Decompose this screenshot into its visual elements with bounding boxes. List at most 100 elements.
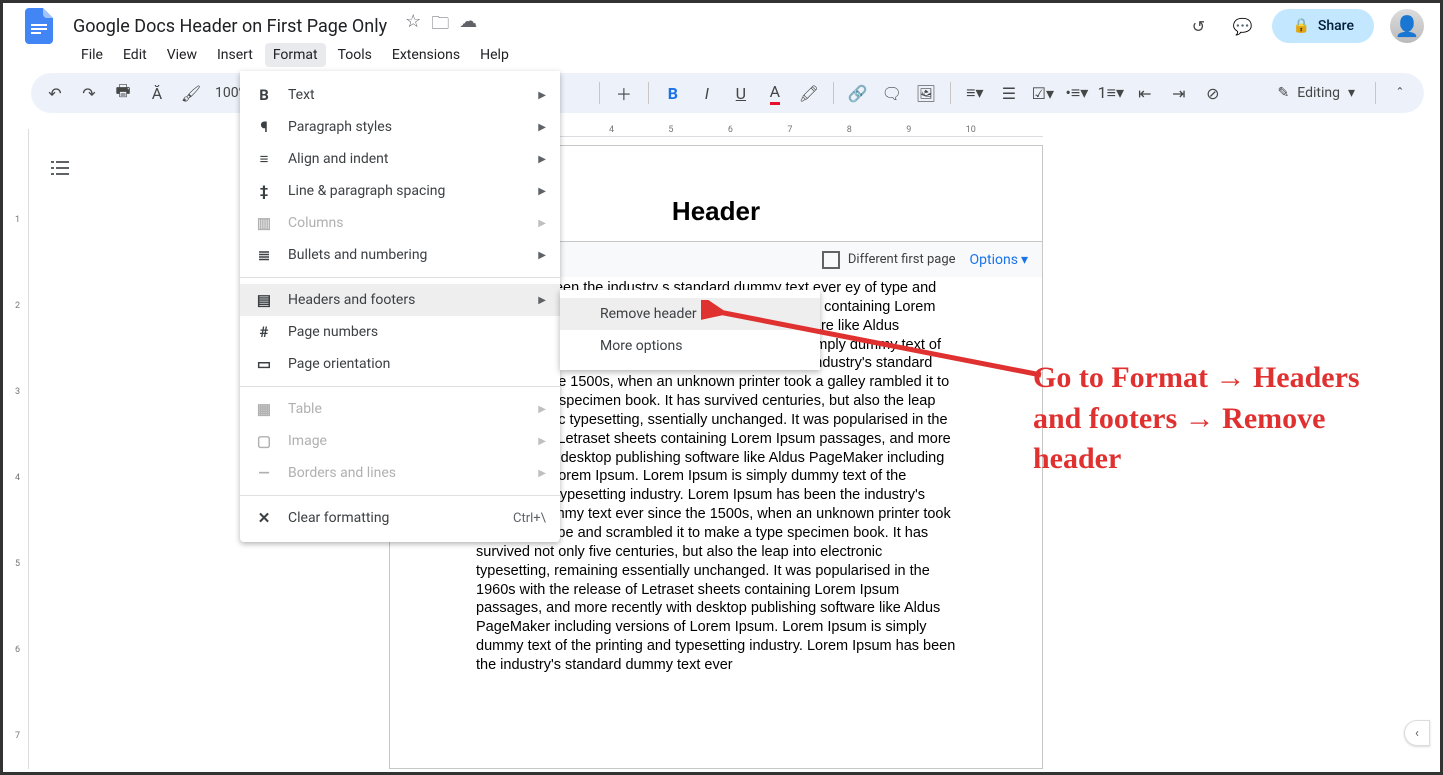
menu-item-label: Paragraph styles xyxy=(288,119,392,135)
insert-comment-button[interactable]: 🗨 xyxy=(878,79,906,107)
submenu-arrow-icon: ▶ xyxy=(538,295,546,306)
share-button[interactable]: 🔒 Share xyxy=(1272,9,1374,43)
format-item-line-paragraph-spacing[interactable]: ‡Line & paragraph spacing▶ xyxy=(240,175,560,207)
undo-button[interactable]: ↶ xyxy=(41,79,69,107)
submenu-arrow-icon: ▶ xyxy=(538,154,546,165)
lock-icon: 🔒 xyxy=(1292,18,1309,34)
format-item-align-and-indent[interactable]: ≡ Align and indent ▶ xyxy=(240,143,560,175)
options-label: Options xyxy=(970,252,1018,268)
chevron-down-icon: ▾ xyxy=(1348,85,1355,101)
submenu-item-more-options[interactable]: More options xyxy=(560,330,820,362)
docs-logo[interactable] xyxy=(19,6,59,46)
format-item-image: ▢ Image ▶ xyxy=(240,425,560,457)
bulleted-list-button[interactable]: •≡▾ xyxy=(1063,79,1091,107)
submenu-arrow-icon: ▶ xyxy=(538,250,546,261)
headers-footers-submenu: Remove headerMore options xyxy=(560,290,820,370)
spellcheck-button[interactable]: Ă xyxy=(143,79,171,107)
menu-item-icon: ▭ xyxy=(254,355,274,373)
collapse-toolbar-button[interactable]: ˆ xyxy=(1386,79,1414,107)
menu-shortcut: Ctrl+\ xyxy=(513,511,546,526)
numbered-list-button[interactable]: 1≡▾ xyxy=(1097,79,1125,107)
format-dropdown: BText▶ ¶ Paragraph styles ▶ ≡ Align and inden… xyxy=(240,71,560,542)
insert-image-button[interactable]: 🖼 xyxy=(912,79,940,107)
format-item-columns: ▥ Columns ▶ xyxy=(240,207,560,239)
menu-item-label: Headers and footers xyxy=(288,292,415,308)
history-icon[interactable]: ↺ xyxy=(1184,12,1212,40)
increase-indent-button[interactable]: ⇥ xyxy=(1165,79,1193,107)
pencil-icon: ✎ xyxy=(1278,85,1290,101)
editing-mode-button[interactable]: ✎ Editing ▾ xyxy=(1268,81,1365,105)
format-item-table: ▦Table▶ xyxy=(240,393,560,425)
menu-item-label: Columns xyxy=(288,215,343,231)
menu-extensions[interactable]: Extensions xyxy=(384,43,468,67)
menubar: File Edit View Insert Format Tools Exten… xyxy=(3,43,1440,73)
menu-tools[interactable]: Tools xyxy=(330,43,380,67)
font-size-plus[interactable]: ＋ xyxy=(610,79,638,107)
print-button[interactable]: 🖶 xyxy=(109,79,137,107)
menu-item-icon: ▥ xyxy=(254,214,274,232)
submenu-arrow-icon: ▶ xyxy=(538,436,546,447)
bold-button[interactable]: B xyxy=(659,79,687,107)
format-item-headers-and-footers[interactable]: ▤Headers and footers▶ xyxy=(240,284,560,316)
menu-item-label: Image xyxy=(288,433,327,449)
menu-item-icon: — xyxy=(254,464,274,482)
avatar[interactable]: 👤 xyxy=(1390,9,1424,43)
menu-help[interactable]: Help xyxy=(472,43,517,67)
menu-item-icon: ≡ xyxy=(254,150,274,168)
align-button[interactable]: ≡▾ xyxy=(961,79,989,107)
show-side-panel-button[interactable]: ‹ xyxy=(1404,720,1430,746)
menu-format[interactable]: Format xyxy=(265,43,326,67)
menu-item-label: Borders and lines xyxy=(288,465,396,481)
move-icon[interactable]: 🗀 xyxy=(431,11,449,41)
menu-item-icon: B xyxy=(254,86,274,104)
outline-button[interactable] xyxy=(45,153,75,183)
highlight-button[interactable]: 🖍 xyxy=(795,79,823,107)
vertical-ruler[interactable]: 1234567 xyxy=(13,129,29,769)
format-item-bullets-and-numbering[interactable]: ≣ Bullets and numbering ▶ xyxy=(240,239,560,271)
menu-item-label: Align and indent xyxy=(288,151,389,167)
menu-item-icon: ‡ xyxy=(254,182,274,200)
submenu-arrow-icon: ▶ xyxy=(538,218,546,229)
text-color-button[interactable]: A xyxy=(761,79,789,107)
format-item-borders-and-lines: — Borders and lines ▶ xyxy=(240,457,560,489)
format-item-text[interactable]: BText▶ xyxy=(240,79,560,111)
format-item-clear-formatting[interactable]: ✕Clear formattingCtrl+\ xyxy=(240,502,560,534)
format-item-page-orientation[interactable]: ▭ Page orientation xyxy=(240,348,560,380)
checklist-button[interactable]: ☑▾ xyxy=(1029,79,1057,107)
menu-view[interactable]: View xyxy=(159,43,205,67)
star-icon[interactable]: ☆ xyxy=(405,11,421,41)
menu-item-label: Line & paragraph spacing xyxy=(288,183,445,199)
annotation-text: Go to Format → Headers and footers → Rem… xyxy=(1033,358,1413,480)
format-item-page-numbers[interactable]: #Page numbers xyxy=(240,316,560,348)
share-label: Share xyxy=(1318,18,1354,34)
menu-file[interactable]: File xyxy=(73,43,111,67)
different-first-page-checkbox[interactable] xyxy=(822,251,840,269)
comments-icon[interactable]: 💬 xyxy=(1228,12,1256,40)
different-first-page-label: Different first page xyxy=(848,252,956,267)
underline-button[interactable]: U xyxy=(727,79,755,107)
menu-insert[interactable]: Insert xyxy=(209,43,261,67)
clear-format-button[interactable]: ⊘ xyxy=(1199,79,1227,107)
chevron-down-icon: ▾ xyxy=(1021,252,1028,268)
menu-item-icon: ¶ xyxy=(254,118,274,136)
menu-item-label: Clear formatting xyxy=(288,510,389,526)
format-item-paragraph-styles[interactable]: ¶ Paragraph styles ▶ xyxy=(240,111,560,143)
redo-button[interactable]: ↷ xyxy=(75,79,103,107)
submenu-arrow-icon: ▶ xyxy=(538,468,546,479)
menu-item-icon: ≣ xyxy=(254,246,274,264)
menu-item-label: Table xyxy=(288,401,322,417)
cloud-icon[interactable]: ☁ xyxy=(459,11,477,41)
submenu-item-remove-header[interactable]: Remove header xyxy=(560,298,820,330)
menu-item-icon: ▢ xyxy=(254,432,274,450)
decrease-indent-button[interactable]: ⇤ xyxy=(1131,79,1159,107)
paint-format-button[interactable]: 🖌 xyxy=(177,79,205,107)
line-spacing-button[interactable]: ☰ xyxy=(995,79,1023,107)
document-title[interactable]: Google Docs Header on First Page Only xyxy=(67,14,393,39)
italic-button[interactable]: I xyxy=(693,79,721,107)
menu-item-label: Page orientation xyxy=(288,356,390,372)
submenu-arrow-icon: ▶ xyxy=(538,122,546,133)
menu-edit[interactable]: Edit xyxy=(115,43,155,67)
header-options-dropdown[interactable]: Options ▾ xyxy=(970,252,1028,268)
insert-link-button[interactable]: 🔗 xyxy=(844,79,872,107)
menu-item-label: Bullets and numbering xyxy=(288,247,427,263)
